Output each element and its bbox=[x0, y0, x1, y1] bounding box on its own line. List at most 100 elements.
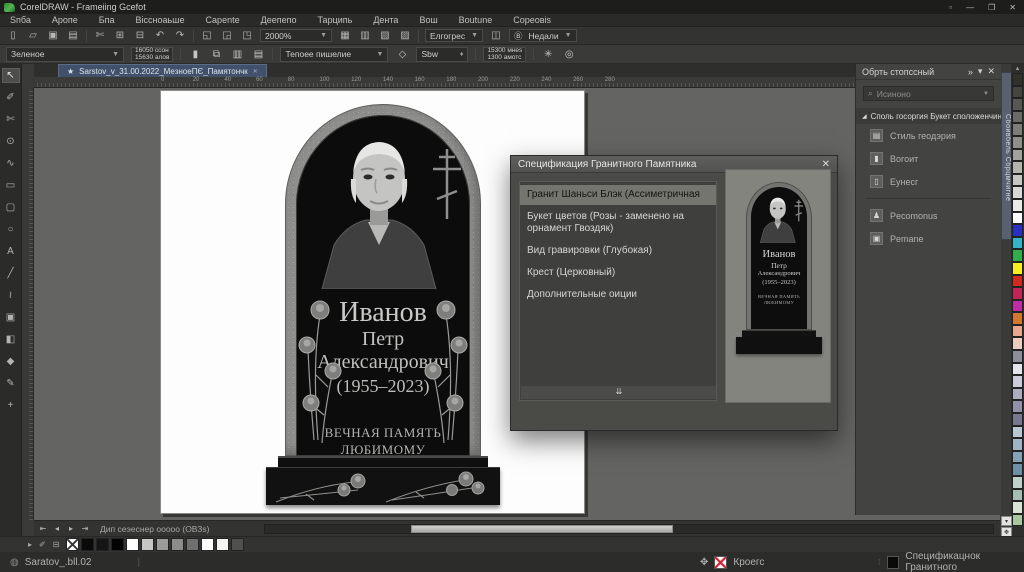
export-preset-select[interactable]: Елгогрес ▼ bbox=[425, 29, 483, 42]
color-swatch-5[interactable] bbox=[1012, 136, 1023, 149]
first-page-icon[interactable]: ⇤ bbox=[38, 524, 48, 533]
doc-color-swatch-11[interactable] bbox=[231, 538, 244, 551]
units-select[interactable]: Тепоее пишелие ▼ bbox=[280, 47, 388, 62]
previous-page-icon[interactable]: ◂ bbox=[52, 524, 62, 533]
docker-secondary-item-0[interactable]: ♟Pecomonus bbox=[856, 204, 1001, 227]
palette-options-icon[interactable]: ⊟ bbox=[53, 540, 60, 549]
restore-icon[interactable]: ❒ bbox=[988, 3, 995, 12]
minimize-icon[interactable]: — bbox=[966, 3, 974, 12]
color-swatch-6[interactable] bbox=[1012, 149, 1023, 162]
horizontal-scrollbar-thumb[interactable] bbox=[411, 525, 673, 533]
color-swatch-2[interactable] bbox=[1012, 98, 1023, 111]
monument-artwork[interactable]: Иванов Петр Александрович (1955–2023) ВЕ… bbox=[266, 104, 500, 505]
color-swatch-17[interactable] bbox=[1012, 287, 1023, 300]
doc-color-swatch-3[interactable] bbox=[111, 538, 124, 551]
treat-as-filled-icon[interactable]: ◎ bbox=[562, 47, 576, 61]
doc-color-swatch-10[interactable] bbox=[216, 538, 229, 551]
line-tool[interactable]: ╱ bbox=[2, 266, 20, 281]
docker-item-1[interactable]: ▮Вогоит bbox=[856, 147, 1001, 170]
export-icon[interactable]: ◲ bbox=[220, 29, 234, 43]
layout-icon[interactable]: ▤ bbox=[251, 47, 265, 61]
zoom-tool[interactable]: ⊙ bbox=[2, 134, 20, 149]
full-screen-icon[interactable]: ▦ bbox=[338, 29, 352, 43]
spec-list-item-2[interactable]: Вид гравировки (Глубокая) bbox=[520, 241, 716, 261]
docker-menu-icon[interactable]: ▾ bbox=[978, 66, 983, 77]
color-swatch-21[interactable] bbox=[1012, 337, 1023, 350]
print-icon[interactable]: ▤ bbox=[66, 29, 80, 43]
color-swatch-4[interactable] bbox=[1012, 123, 1023, 136]
fill-color-swatch[interactable] bbox=[887, 556, 899, 569]
polyline-tool[interactable]: ≀ bbox=[2, 288, 20, 303]
outline-color-swatch[interactable] bbox=[714, 556, 727, 569]
freehand-tool[interactable]: ∿ bbox=[2, 156, 20, 171]
snap-settings-icon[interactable]: ✳ bbox=[541, 47, 555, 61]
cut-icon[interactable]: ✄ bbox=[93, 29, 107, 43]
color-swatch-30[interactable] bbox=[1012, 451, 1023, 464]
doc-color-swatch-8[interactable] bbox=[186, 538, 199, 551]
page-settings-icon[interactable]: ▥ bbox=[230, 47, 244, 61]
color-swatch-9[interactable] bbox=[1012, 186, 1023, 199]
horizontal-scrollbar[interactable] bbox=[264, 524, 994, 534]
paper-landscape-icon[interactable]: ⧉ bbox=[209, 47, 223, 61]
view-rulers-icon[interactable]: ▧ bbox=[378, 29, 392, 43]
menu-item-8[interactable]: Вош bbox=[419, 15, 437, 25]
color-swatch-32[interactable] bbox=[1012, 476, 1023, 489]
menu-item-0[interactable]: Sпба bbox=[10, 15, 31, 25]
close-icon[interactable]: ✕ bbox=[1009, 3, 1016, 12]
color-swatch-8[interactable] bbox=[1012, 174, 1023, 187]
object-size-fields[interactable]: 15300 мнеs 1300 амотс bbox=[483, 47, 526, 62]
object-position-fields[interactable]: 16050 ссон 15630 алов bbox=[131, 47, 173, 62]
mesh-tool[interactable]: ◧ bbox=[2, 332, 20, 347]
spec-list-item-1[interactable]: Букет цветов (Розы - заменено на орнамен… bbox=[520, 207, 716, 239]
menu-item-3[interactable]: Віссноаьше bbox=[136, 15, 185, 25]
spec-list-item-0[interactable]: Гранит Шаньси Блэк (Ассиметричная bbox=[520, 185, 716, 205]
eyedropper-tool[interactable]: ✎ bbox=[2, 376, 20, 391]
docker-header[interactable]: Обрть стопссный » ▾ ✕ bbox=[856, 64, 1001, 80]
shape-tool[interactable]: ✐ bbox=[2, 90, 20, 105]
ellipse-tool[interactable]: ○ bbox=[2, 222, 20, 237]
color-swatch-15[interactable] bbox=[1012, 262, 1023, 275]
specification-list[interactable]: Гранит Шаньси Блэк (АссиметричнаяБукет ц… bbox=[519, 181, 717, 401]
color-swatch-23[interactable] bbox=[1012, 363, 1023, 376]
duplicate-distance-select[interactable]: Sbw ♦ bbox=[416, 47, 468, 62]
color-swatch-0[interactable] bbox=[1012, 73, 1023, 86]
color-swatch-3[interactable] bbox=[1012, 111, 1023, 124]
palette-scroll-icon[interactable]: ▸ bbox=[28, 540, 32, 549]
color-swatch-20[interactable] bbox=[1012, 325, 1023, 338]
menu-item-5[interactable]: Деепепо bbox=[261, 15, 297, 25]
open-icon[interactable]: ▱ bbox=[26, 29, 40, 43]
palette-scroll-up-icon[interactable]: ▲ bbox=[1015, 65, 1021, 73]
frame-tool[interactable]: ▣ bbox=[2, 310, 20, 325]
zoom-level-select[interactable]: 2000% ▼ bbox=[260, 29, 332, 42]
new-document-icon[interactable]: ▯ bbox=[6, 29, 20, 43]
preset-select[interactable]: Зеленое ▼ bbox=[6, 47, 124, 62]
paste-icon[interactable]: ⊟ bbox=[133, 29, 147, 43]
color-swatch-35[interactable] bbox=[1012, 514, 1023, 527]
undo-icon[interactable]: ↶ bbox=[153, 29, 167, 43]
next-page-icon[interactable]: ▸ bbox=[66, 524, 76, 533]
polygon-tool[interactable]: ▢ bbox=[2, 200, 20, 215]
no-color-swatch[interactable] bbox=[66, 538, 79, 551]
doc-color-swatch-9[interactable] bbox=[201, 538, 214, 551]
docker-secondary-item-1[interactable]: ▣Pemane bbox=[856, 227, 1001, 250]
nudge-icon[interactable]: ◇ bbox=[395, 47, 409, 61]
color-swatch-27[interactable] bbox=[1012, 413, 1023, 426]
palette-edit-icon[interactable]: ✐ bbox=[39, 540, 46, 549]
fill-tool[interactable]: ◆ bbox=[2, 354, 20, 369]
dialog-close-icon[interactable]: ✕ bbox=[822, 159, 830, 170]
pick-tool[interactable]: ↖ bbox=[2, 68, 20, 83]
spec-list-item-3[interactable]: Крест (Церковный) bbox=[520, 263, 716, 283]
color-swatch-13[interactable] bbox=[1012, 237, 1023, 250]
crop-tool[interactable]: ✄ bbox=[2, 112, 20, 127]
doc-color-swatch-2[interactable] bbox=[96, 538, 109, 551]
color-swatch-1[interactable] bbox=[1012, 86, 1023, 99]
doc-color-swatch-4[interactable] bbox=[126, 538, 139, 551]
color-swatch-18[interactable] bbox=[1012, 300, 1023, 313]
document-tab[interactable]: ★ Sarstov_v_31.00.2022_МезноеПЄ_Памятонч… bbox=[58, 64, 267, 77]
color-swatch-10[interactable] bbox=[1012, 199, 1023, 212]
save-icon[interactable]: ▣ bbox=[46, 29, 60, 43]
add-tool[interactable]: + bbox=[2, 398, 20, 413]
text-tool[interactable]: А bbox=[2, 244, 20, 259]
docker-search-input[interactable]: ⌕ Исиноно ▼ bbox=[863, 86, 994, 101]
doc-color-swatch-7[interactable] bbox=[171, 538, 184, 551]
